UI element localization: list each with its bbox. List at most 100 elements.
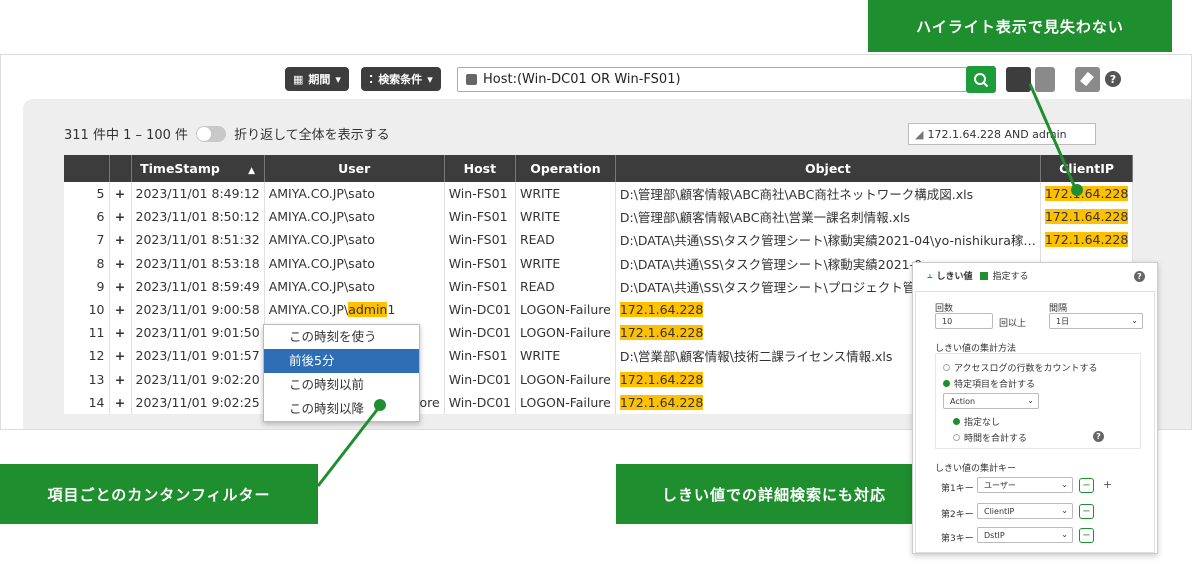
expand-icon[interactable]: +: [109, 251, 132, 275]
search-button[interactable]: [966, 66, 996, 93]
cell-timestamp[interactable]: 2023/11/01 9:01:57: [131, 344, 265, 368]
cell-user[interactable]: AMIYA.CO.JP\sato: [264, 205, 445, 229]
user-suffix: 1: [387, 302, 396, 318]
remove-key2-button[interactable]: −: [1079, 504, 1094, 519]
cell-host[interactable]: Win-DC01: [444, 367, 516, 391]
cell-object[interactable]: D:\DATA\共通\SS\タスク管理シート\稼動実績2021-04\yo-ni…: [615, 228, 1041, 252]
cell-timestamp[interactable]: 2023/11/01 9:02:25: [131, 390, 265, 414]
keys-label: しきい値の集計キー: [935, 464, 1017, 474]
cell-timestamp[interactable]: 2023/11/01 8:59:49: [131, 274, 265, 298]
column-filter-input[interactable]: ◢ 172.1.64.228 AND admin: [908, 123, 1096, 145]
cell-host[interactable]: Win-FS01: [444, 205, 516, 229]
header-operation[interactable]: Operation: [515, 155, 616, 182]
cell-user[interactable]: AMIYA.CO.JP\sato: [264, 228, 445, 252]
cell-object[interactable]: D:\管理部\顧客情報\ABC商社\営業一課名刺情報.xls: [615, 205, 1041, 229]
cell-operation[interactable]: WRITE: [515, 182, 616, 206]
help-icon[interactable]: ?: [1105, 71, 1121, 87]
opt-sum-item[interactable]: 特定項目を合計する: [943, 377, 1035, 390]
search-condition-button[interactable]: ⁚ 検索条件 ▾: [361, 67, 441, 91]
menu-item-before-this-time[interactable]: この時刻以前: [264, 373, 419, 397]
expand-icon[interactable]: +: [109, 182, 132, 206]
cell-operation[interactable]: WRITE: [515, 251, 616, 275]
opt-count-rows[interactable]: アクセスログの行数をカウントする: [943, 361, 1098, 374]
cell-timestamp[interactable]: 2023/11/01 9:00:58: [131, 297, 265, 322]
expand-icon[interactable]: +: [109, 228, 132, 252]
header-host[interactable]: Host: [444, 155, 516, 182]
cell-host[interactable]: Win-FS01: [444, 251, 516, 275]
row-number: 9: [64, 274, 110, 298]
add-query-button[interactable]: [1035, 67, 1055, 92]
cell-user[interactable]: AMIYA.CO.JP\sato: [264, 274, 445, 298]
highlight: 172.1.64.228: [1044, 232, 1129, 248]
help-icon[interactable]: ?: [1093, 431, 1104, 442]
clear-button[interactable]: [1075, 67, 1100, 92]
enable-checkbox[interactable]: [980, 271, 989, 280]
cell-timestamp[interactable]: 2023/11/01 8:51:32: [131, 228, 265, 252]
radio-off: [953, 434, 960, 441]
count-input[interactable]: 10: [935, 313, 993, 329]
header-clientip[interactable]: ClientIP: [1040, 155, 1134, 182]
help-icon[interactable]: ?: [1134, 271, 1145, 282]
cell-operation[interactable]: WRITE: [515, 205, 616, 229]
cell-user[interactable]: AMIYA.CO.JP\sato: [264, 182, 445, 206]
cell-user[interactable]: AMIYA.CO.JP\sato: [264, 251, 445, 275]
opt-none[interactable]: 指定なし: [953, 415, 1000, 428]
expand-icon[interactable]: +: [109, 367, 132, 391]
cell-operation[interactable]: LOGON-Failure: [515, 367, 616, 391]
action-select[interactable]: Action ⌄: [943, 393, 1039, 409]
row-number: 12: [64, 344, 110, 368]
menu-item-plus-minus-5min[interactable]: 前後5分: [264, 349, 419, 373]
cell-operation[interactable]: LOGON-Failure: [515, 390, 616, 414]
menu-item-after-this-time[interactable]: この時刻以降: [264, 397, 419, 421]
table-row[interactable]: 5 + 2023/11/01 8:49:12 AMIYA.CO.JP\sato …: [64, 182, 1134, 206]
header-user[interactable]: User: [264, 155, 445, 182]
cell-operation[interactable]: WRITE: [515, 344, 616, 368]
cell-host[interactable]: Win-DC01: [444, 321, 516, 345]
period-button[interactable]: ▦ 期間 ▾: [285, 67, 349, 91]
header-timestamp[interactable]: TimeStamp ▲: [131, 155, 265, 182]
cell-timestamp[interactable]: 2023/11/01 9:02:20: [131, 367, 265, 391]
cell-host[interactable]: Win-FS01: [444, 182, 516, 206]
cell-object[interactable]: D:\管理部\顧客情報\ABC商社\ABC商社ネットワーク構成図.xls: [615, 182, 1041, 206]
table-row[interactable]: 7 + 2023/11/01 8:51:32 AMIYA.CO.JP\sato …: [64, 228, 1134, 252]
key2-select[interactable]: ClientIP ⌄: [977, 503, 1073, 519]
cell-timestamp[interactable]: 2023/11/01 8:49:12: [131, 182, 265, 206]
remove-key1-button[interactable]: −: [1079, 478, 1094, 493]
expand-icon[interactable]: +: [109, 390, 132, 414]
wrap-toggle[interactable]: [196, 125, 227, 142]
key1-select[interactable]: ユーザー ⌄: [977, 477, 1073, 493]
cell-timestamp[interactable]: 2023/11/01 8:50:12: [131, 205, 265, 229]
cell-operation[interactable]: LOGON-Failure: [515, 297, 616, 322]
cell-clientip[interactable]: 172.1.64.228: [1040, 228, 1134, 252]
expand-icon[interactable]: +: [109, 274, 132, 298]
header-object[interactable]: Object: [615, 155, 1041, 182]
expand-icon[interactable]: +: [109, 344, 132, 368]
cell-clientip[interactable]: 172.1.64.228: [1040, 182, 1134, 206]
cell-timestamp[interactable]: 2023/11/01 8:53:18: [131, 251, 265, 275]
cell-operation[interactable]: READ: [515, 228, 616, 252]
remove-key3-button[interactable]: −: [1079, 528, 1094, 543]
table-row[interactable]: 6 + 2023/11/01 8:50:12 AMIYA.CO.JP\sato …: [64, 205, 1134, 229]
cell-timestamp[interactable]: 2023/11/01 9:01:50: [131, 321, 265, 345]
cell-operation[interactable]: LOGON-Failure: [515, 321, 616, 345]
cell-user[interactable]: AMIYA.CO.JP\admin1: [264, 297, 445, 322]
expand-icon[interactable]: +: [109, 205, 132, 229]
cell-host[interactable]: Win-FS01: [444, 274, 516, 298]
search-input[interactable]: Host:(Win-DC01 OR Win-FS01): [457, 67, 967, 92]
menu-item-use-this-time[interactable]: この時刻を使う: [264, 325, 419, 349]
save-query-button[interactable]: [1006, 67, 1031, 92]
expand-icon[interactable]: +: [109, 321, 132, 345]
expand-icon[interactable]: +: [109, 297, 132, 322]
add-key-button[interactable]: +: [1103, 478, 1112, 491]
interval-select[interactable]: 1日 ⌄: [1049, 313, 1143, 329]
opt-sum-time[interactable]: 時間を合計する: [953, 431, 1027, 444]
header-row-number: [64, 155, 110, 182]
cell-host[interactable]: Win-DC01: [444, 297, 516, 322]
count-suffix: 回以上: [999, 319, 1027, 329]
cell-clientip[interactable]: 172.1.64.228: [1040, 205, 1134, 229]
key3-select[interactable]: DstIP ⌄: [977, 527, 1073, 543]
cell-host[interactable]: Win-FS01: [444, 228, 516, 252]
cell-operation[interactable]: READ: [515, 274, 616, 298]
cell-host[interactable]: Win-DC01: [444, 390, 516, 414]
cell-host[interactable]: Win-FS01: [444, 344, 516, 368]
